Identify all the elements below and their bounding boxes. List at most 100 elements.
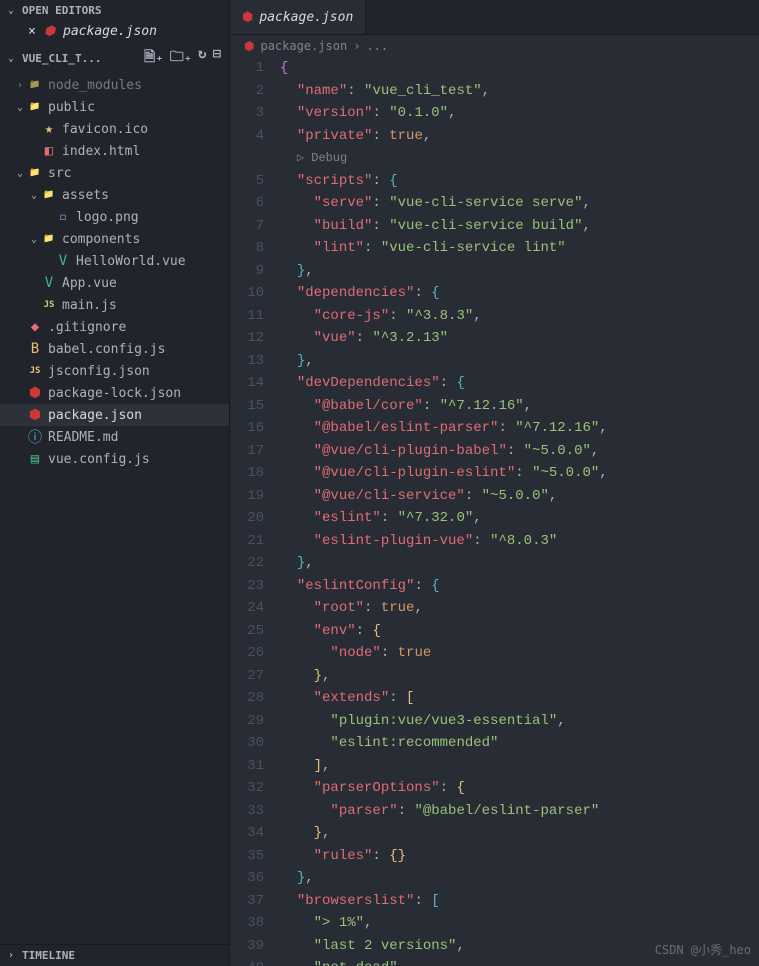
- code-line[interactable]: "@vue/cli-plugin-eslint": "~5.0.0",: [280, 462, 759, 485]
- code-line[interactable]: "eslintConfig": {: [280, 575, 759, 598]
- tree-item[interactable]: ⌄📁public: [0, 96, 229, 118]
- code-line[interactable]: "eslint:recommended": [280, 732, 759, 755]
- code-line[interactable]: "plugin:vue/vue3-essential",: [280, 710, 759, 733]
- code-line[interactable]: "name": "vue_cli_test",: [280, 80, 759, 103]
- code-line[interactable]: "node": true: [280, 642, 759, 665]
- project-header[interactable]: ⌄ VUE_CLI_T... 🗎₊ 🗀₊ ↻ ⊟: [0, 42, 229, 74]
- line-number: 11: [230, 305, 264, 328]
- code-line[interactable]: "dependencies": {: [280, 282, 759, 305]
- code-line[interactable]: },: [280, 350, 759, 373]
- tree-item-label: package-lock.json: [48, 386, 181, 401]
- code-line[interactable]: "parser": "@babel/eslint-parser": [280, 800, 759, 823]
- code-line[interactable]: "extends": [: [280, 687, 759, 710]
- tree-item[interactable]: ⬢package-lock.json: [0, 382, 229, 404]
- tree-item[interactable]: Bbabel.config.js: [0, 338, 229, 360]
- code-line[interactable]: "vue": "^3.2.13": [280, 327, 759, 350]
- tree-item[interactable]: ⬢package.json: [0, 404, 229, 426]
- code-content[interactable]: { "name": "vue_cli_test", "version": "0.…: [280, 57, 759, 966]
- refresh-icon[interactable]: ↻: [198, 46, 206, 70]
- line-number: 31: [230, 755, 264, 778]
- code-line[interactable]: "not dead",: [280, 957, 759, 966]
- code-line[interactable]: "scripts": {: [280, 170, 759, 193]
- file-js-icon: JS: [40, 300, 58, 310]
- file-vuecfg-icon: ▤: [26, 451, 44, 467]
- tree-item[interactable]: ★favicon.ico: [0, 118, 229, 140]
- tree-item[interactable]: VHelloWorld.vue: [0, 250, 229, 272]
- code-line[interactable]: "lint": "vue-cli-service lint": [280, 237, 759, 260]
- tree-item-label: jsconfig.json: [48, 364, 150, 379]
- new-file-icon[interactable]: 🗎₊: [144, 46, 164, 70]
- code-line[interactable]: "core-js": "^3.8.3",: [280, 305, 759, 328]
- collapse-icon[interactable]: ⊟: [213, 46, 221, 70]
- new-folder-icon[interactable]: 🗀₊: [170, 46, 192, 70]
- line-number: 5: [230, 170, 264, 193]
- code-line[interactable]: "last 2 versions",: [280, 935, 759, 958]
- tree-item[interactable]: JS main.js: [0, 294, 229, 316]
- tree-item[interactable]: JSjsconfig.json: [0, 360, 229, 382]
- folder-icon-icon: 📁: [40, 234, 58, 244]
- tree-item[interactable]: ⓘREADME.md: [0, 426, 229, 448]
- line-number: 26: [230, 642, 264, 665]
- open-editor-tab[interactable]: × ⬢ package.json: [0, 21, 229, 42]
- code-line[interactable]: "browserslist": [: [280, 890, 759, 913]
- tree-item[interactable]: ⌄📁assets: [0, 184, 229, 206]
- chevron-right-icon: ›: [353, 39, 360, 53]
- tree-item[interactable]: ›📁node_modules: [0, 74, 229, 96]
- code-line[interactable]: "rules": {}: [280, 845, 759, 868]
- line-number: 9: [230, 260, 264, 283]
- code-line[interactable]: {: [280, 57, 759, 80]
- open-editors-header[interactable]: ⌄ OPEN EDITORS: [0, 0, 229, 21]
- breadcrumb-file: package.json: [260, 39, 347, 53]
- editor-tab[interactable]: ⬢ package.json: [230, 0, 366, 34]
- close-icon[interactable]: ×: [28, 24, 36, 39]
- line-number: 3: [230, 102, 264, 125]
- code-line[interactable]: "serve": "vue-cli-service serve",: [280, 192, 759, 215]
- codelens-debug[interactable]: ▷ Debug: [297, 151, 347, 165]
- tree-item[interactable]: ⌄📁src: [0, 162, 229, 184]
- code-line[interactable]: "private": true,: [280, 125, 759, 148]
- code-line[interactable]: },: [280, 665, 759, 688]
- line-number: 14: [230, 372, 264, 395]
- line-number: 19: [230, 485, 264, 508]
- tree-item[interactable]: ▫logo.png: [0, 206, 229, 228]
- line-number: [230, 147, 264, 170]
- tree-item[interactable]: ◧index.html: [0, 140, 229, 162]
- code-line[interactable]: "devDependencies": {: [280, 372, 759, 395]
- code-line[interactable]: "> 1%",: [280, 912, 759, 935]
- breadcrumb[interactable]: ⬢ package.json › ...: [230, 35, 759, 57]
- tree-item[interactable]: ◆.gitignore: [0, 316, 229, 338]
- tree-item[interactable]: ⌄📁components: [0, 228, 229, 250]
- code-line[interactable]: "@vue/cli-plugin-babel": "~5.0.0",: [280, 440, 759, 463]
- code-line[interactable]: },: [280, 260, 759, 283]
- line-number: 24: [230, 597, 264, 620]
- npm-icon: ⬢: [244, 39, 254, 53]
- code-line[interactable]: "eslint": "^7.32.0",: [280, 507, 759, 530]
- code-line[interactable]: "build": "vue-cli-service build",: [280, 215, 759, 238]
- tree-item-label: main.js: [62, 298, 117, 313]
- sidebar: ⌄ OPEN EDITORS × ⬢ package.json ⌄ VUE_CL…: [0, 0, 230, 966]
- folder-icon-icon: 📁: [26, 102, 44, 112]
- tree-item-label: src: [48, 166, 71, 181]
- code-line[interactable]: "@vue/cli-service": "~5.0.0",: [280, 485, 759, 508]
- timeline-header[interactable]: › TIMELINE: [0, 944, 229, 966]
- code-line[interactable]: },: [280, 822, 759, 845]
- code-line[interactable]: },: [280, 552, 759, 575]
- code-line[interactable]: "@babel/eslint-parser": "^7.12.16",: [280, 417, 759, 440]
- code-line[interactable]: "env": {: [280, 620, 759, 643]
- code-area[interactable]: 1234567891011121314151617181920212223242…: [230, 57, 759, 966]
- project-label: VUE_CLI_T...: [22, 52, 101, 65]
- code-line[interactable]: "eslint-plugin-vue": "^8.0.3": [280, 530, 759, 553]
- tree-item-label: package.json: [48, 408, 142, 423]
- code-line[interactable]: "version": "0.1.0",: [280, 102, 759, 125]
- code-line[interactable]: ▷ Debug: [280, 147, 759, 170]
- code-line[interactable]: ],: [280, 755, 759, 778]
- tree-item[interactable]: VApp.vue: [0, 272, 229, 294]
- file-info-icon: ⓘ: [26, 427, 44, 447]
- tree-item[interactable]: ▤vue.config.js: [0, 448, 229, 470]
- tree-item-label: HelloWorld.vue: [76, 254, 186, 269]
- code-line[interactable]: },: [280, 867, 759, 890]
- code-line[interactable]: "parserOptions": {: [280, 777, 759, 800]
- code-line[interactable]: "@babel/core": "^7.12.16",: [280, 395, 759, 418]
- code-line[interactable]: "root": true,: [280, 597, 759, 620]
- timeline-label: TIMELINE: [22, 949, 75, 962]
